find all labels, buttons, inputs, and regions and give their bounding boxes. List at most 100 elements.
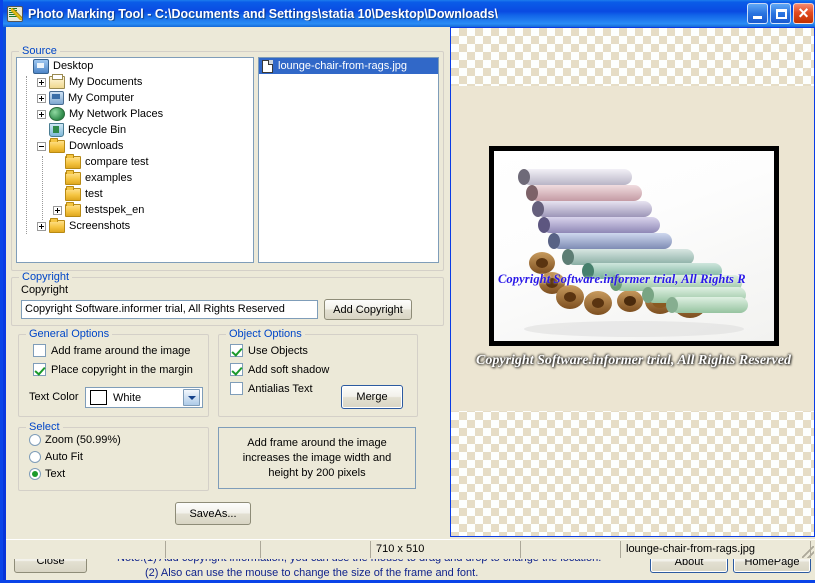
- source-group-caption: Source: [19, 45, 60, 57]
- radio-zoom-label: Zoom (50.99%): [45, 434, 121, 446]
- use-objects-checkbox[interactable]: Use Objects: [230, 344, 308, 357]
- general-options-group: General Options Add frame around the ima…: [18, 328, 209, 417]
- checkbox-box: [33, 344, 46, 357]
- tree-node-label: test: [85, 188, 103, 200]
- checkbox-box: [230, 344, 243, 357]
- folder-tree[interactable]: Desktop My Documents My Computer My Network…: [16, 57, 254, 263]
- text-color-value: White: [113, 391, 142, 404]
- antialias-text-checkbox[interactable]: Antialias Text: [230, 382, 313, 395]
- merge-button[interactable]: Merge: [341, 385, 403, 409]
- lounge-chair-illustration: [518, 169, 748, 337]
- collapse-icon[interactable]: [37, 141, 46, 151]
- tree-node-label: My Documents: [69, 76, 143, 88]
- note-line-2: (2) Also can use the mouse to change the…: [145, 567, 479, 579]
- expand-icon[interactable]: [37, 221, 46, 231]
- tree-node-label: examples: [85, 172, 133, 184]
- tree-node-label: Screenshots: [69, 220, 131, 232]
- status-panel-0: lounge-chair-from-rags.jpg: [621, 541, 811, 558]
- copyright-input[interactable]: Copyright Software.informer trial, All R…: [21, 300, 318, 319]
- tree-node-test[interactable]: test: [17, 186, 253, 202]
- radio-zoom[interactable]: Zoom (50.99%): [29, 434, 121, 446]
- text-color-label: Text Color: [29, 391, 79, 403]
- hint-line-2: increases the image width and: [242, 451, 392, 464]
- file-icon: [262, 59, 273, 73]
- checkbox-box: [33, 363, 46, 376]
- copyright-field-label: Copyright: [21, 284, 69, 296]
- tree-node-label: Recycle Bin: [68, 124, 127, 136]
- radio-auto-fit-label: Auto Fit: [45, 451, 83, 463]
- status-panel-4: [166, 541, 261, 558]
- expand-icon[interactable]: [53, 205, 62, 215]
- my-computer-icon: [49, 91, 64, 105]
- recycle-bin-icon: [49, 123, 64, 137]
- place-copyright-margin-label: Place copyright in the margin: [51, 363, 193, 376]
- photo-frame: Copyright Software.informer trial, All R…: [489, 146, 779, 346]
- window-controls: [747, 1, 814, 25]
- folder-icon: [65, 154, 81, 169]
- file-list-item[interactable]: lounge-chair-from-rags.jpg: [259, 58, 438, 74]
- photo-image[interactable]: Copyright Software.informer trial, All R…: [494, 151, 774, 341]
- maximize-button[interactable]: [770, 3, 791, 24]
- status-panel-5: [6, 541, 166, 558]
- select-group: Select Zoom (50.99%) Auto Fit Text: [18, 421, 209, 491]
- file-name: lounge-chair-from-rags.jpg: [278, 60, 407, 72]
- folder-icon: [65, 170, 81, 185]
- object-options-group: Object Options Use Objects Add soft shad…: [218, 328, 418, 417]
- tree-node-my-computer[interactable]: My Computer: [17, 90, 253, 106]
- radio-auto-fit[interactable]: Auto Fit: [29, 451, 83, 463]
- folder-open-icon: [49, 138, 65, 153]
- image-preview-panel[interactable]: Copyright Software.informer trial, All R…: [450, 27, 815, 537]
- my-documents-icon: [49, 74, 65, 89]
- copyright-group: Copyright Copyright Copyright Software.i…: [11, 271, 444, 326]
- place-copyright-margin-checkbox[interactable]: Place copyright in the margin: [33, 363, 193, 376]
- file-list[interactable]: lounge-chair-from-rags.jpg: [258, 57, 439, 263]
- expand-icon[interactable]: [37, 93, 46, 103]
- tree-node-desktop[interactable]: Desktop: [17, 58, 253, 74]
- minimize-button[interactable]: [747, 3, 768, 24]
- source-group: Source Desktop My Documents My Computer My …: [11, 45, 444, 271]
- expand-icon[interactable]: [37, 109, 46, 119]
- soft-shadow-checkbox[interactable]: Add soft shadow: [230, 363, 329, 376]
- controls-pane: Source Desktop My Documents My Computer My …: [6, 27, 447, 537]
- folder-icon: [49, 218, 65, 233]
- desktop-icon: [33, 58, 49, 74]
- radio-text[interactable]: Text: [29, 468, 65, 480]
- tree-node-label: testspek_en: [85, 204, 145, 216]
- hint-box: Add frame around the image increases the…: [218, 427, 416, 489]
- tree-node-examples[interactable]: examples: [17, 170, 253, 186]
- checkbox-box: [230, 363, 243, 376]
- text-color-dropdown[interactable]: White: [85, 387, 203, 408]
- overlay-copyright-text[interactable]: Copyright Software.informer trial, All R…: [498, 272, 774, 287]
- network-icon: [49, 107, 65, 121]
- expand-icon[interactable]: [37, 77, 46, 87]
- radio-dot: [29, 451, 41, 463]
- save-as-button[interactable]: SaveAs...: [175, 502, 251, 525]
- folder-icon: [65, 202, 81, 217]
- hint-line-3: height by 200 pixels: [268, 466, 366, 479]
- status-bar: 710 x 510 lounge-chair-from-rags.jpg: [6, 539, 815, 559]
- margin-copyright-text[interactable]: Copyright Software.informer trial, All R…: [451, 353, 814, 369]
- tree-node-recycle-bin[interactable]: Recycle Bin: [17, 122, 253, 138]
- chevron-down-icon[interactable]: [183, 389, 200, 406]
- add-copyright-button[interactable]: Add Copyright: [324, 299, 412, 320]
- add-frame-checkbox[interactable]: Add frame around the image: [33, 344, 190, 357]
- tree-node-compare-test[interactable]: compare test: [17, 154, 253, 170]
- checkbox-box: [230, 382, 243, 395]
- object-options-caption: Object Options: [226, 328, 305, 340]
- resize-grip-icon[interactable]: [802, 546, 814, 558]
- tree-node-screenshots[interactable]: Screenshots: [17, 218, 253, 234]
- close-window-button[interactable]: [793, 1, 814, 25]
- tree-node-my-documents[interactable]: My Documents: [17, 74, 253, 90]
- tree-node-testspek-en[interactable]: testspek_en: [17, 202, 253, 218]
- radio-dot: [29, 468, 41, 480]
- hint-line-1: Add frame around the image: [247, 436, 387, 449]
- tree-node-label: Downloads: [69, 140, 124, 152]
- copyright-group-caption: Copyright: [19, 271, 73, 283]
- tree-node-label: Desktop: [53, 60, 94, 72]
- tree-node-downloads[interactable]: Downloads: [17, 138, 253, 154]
- tree-connector: [42, 156, 43, 220]
- client-area: Source Desktop My Documents My Computer My …: [6, 27, 815, 580]
- folder-icon: [65, 186, 81, 201]
- tree-node-my-network-places[interactable]: My Network Places: [17, 106, 253, 122]
